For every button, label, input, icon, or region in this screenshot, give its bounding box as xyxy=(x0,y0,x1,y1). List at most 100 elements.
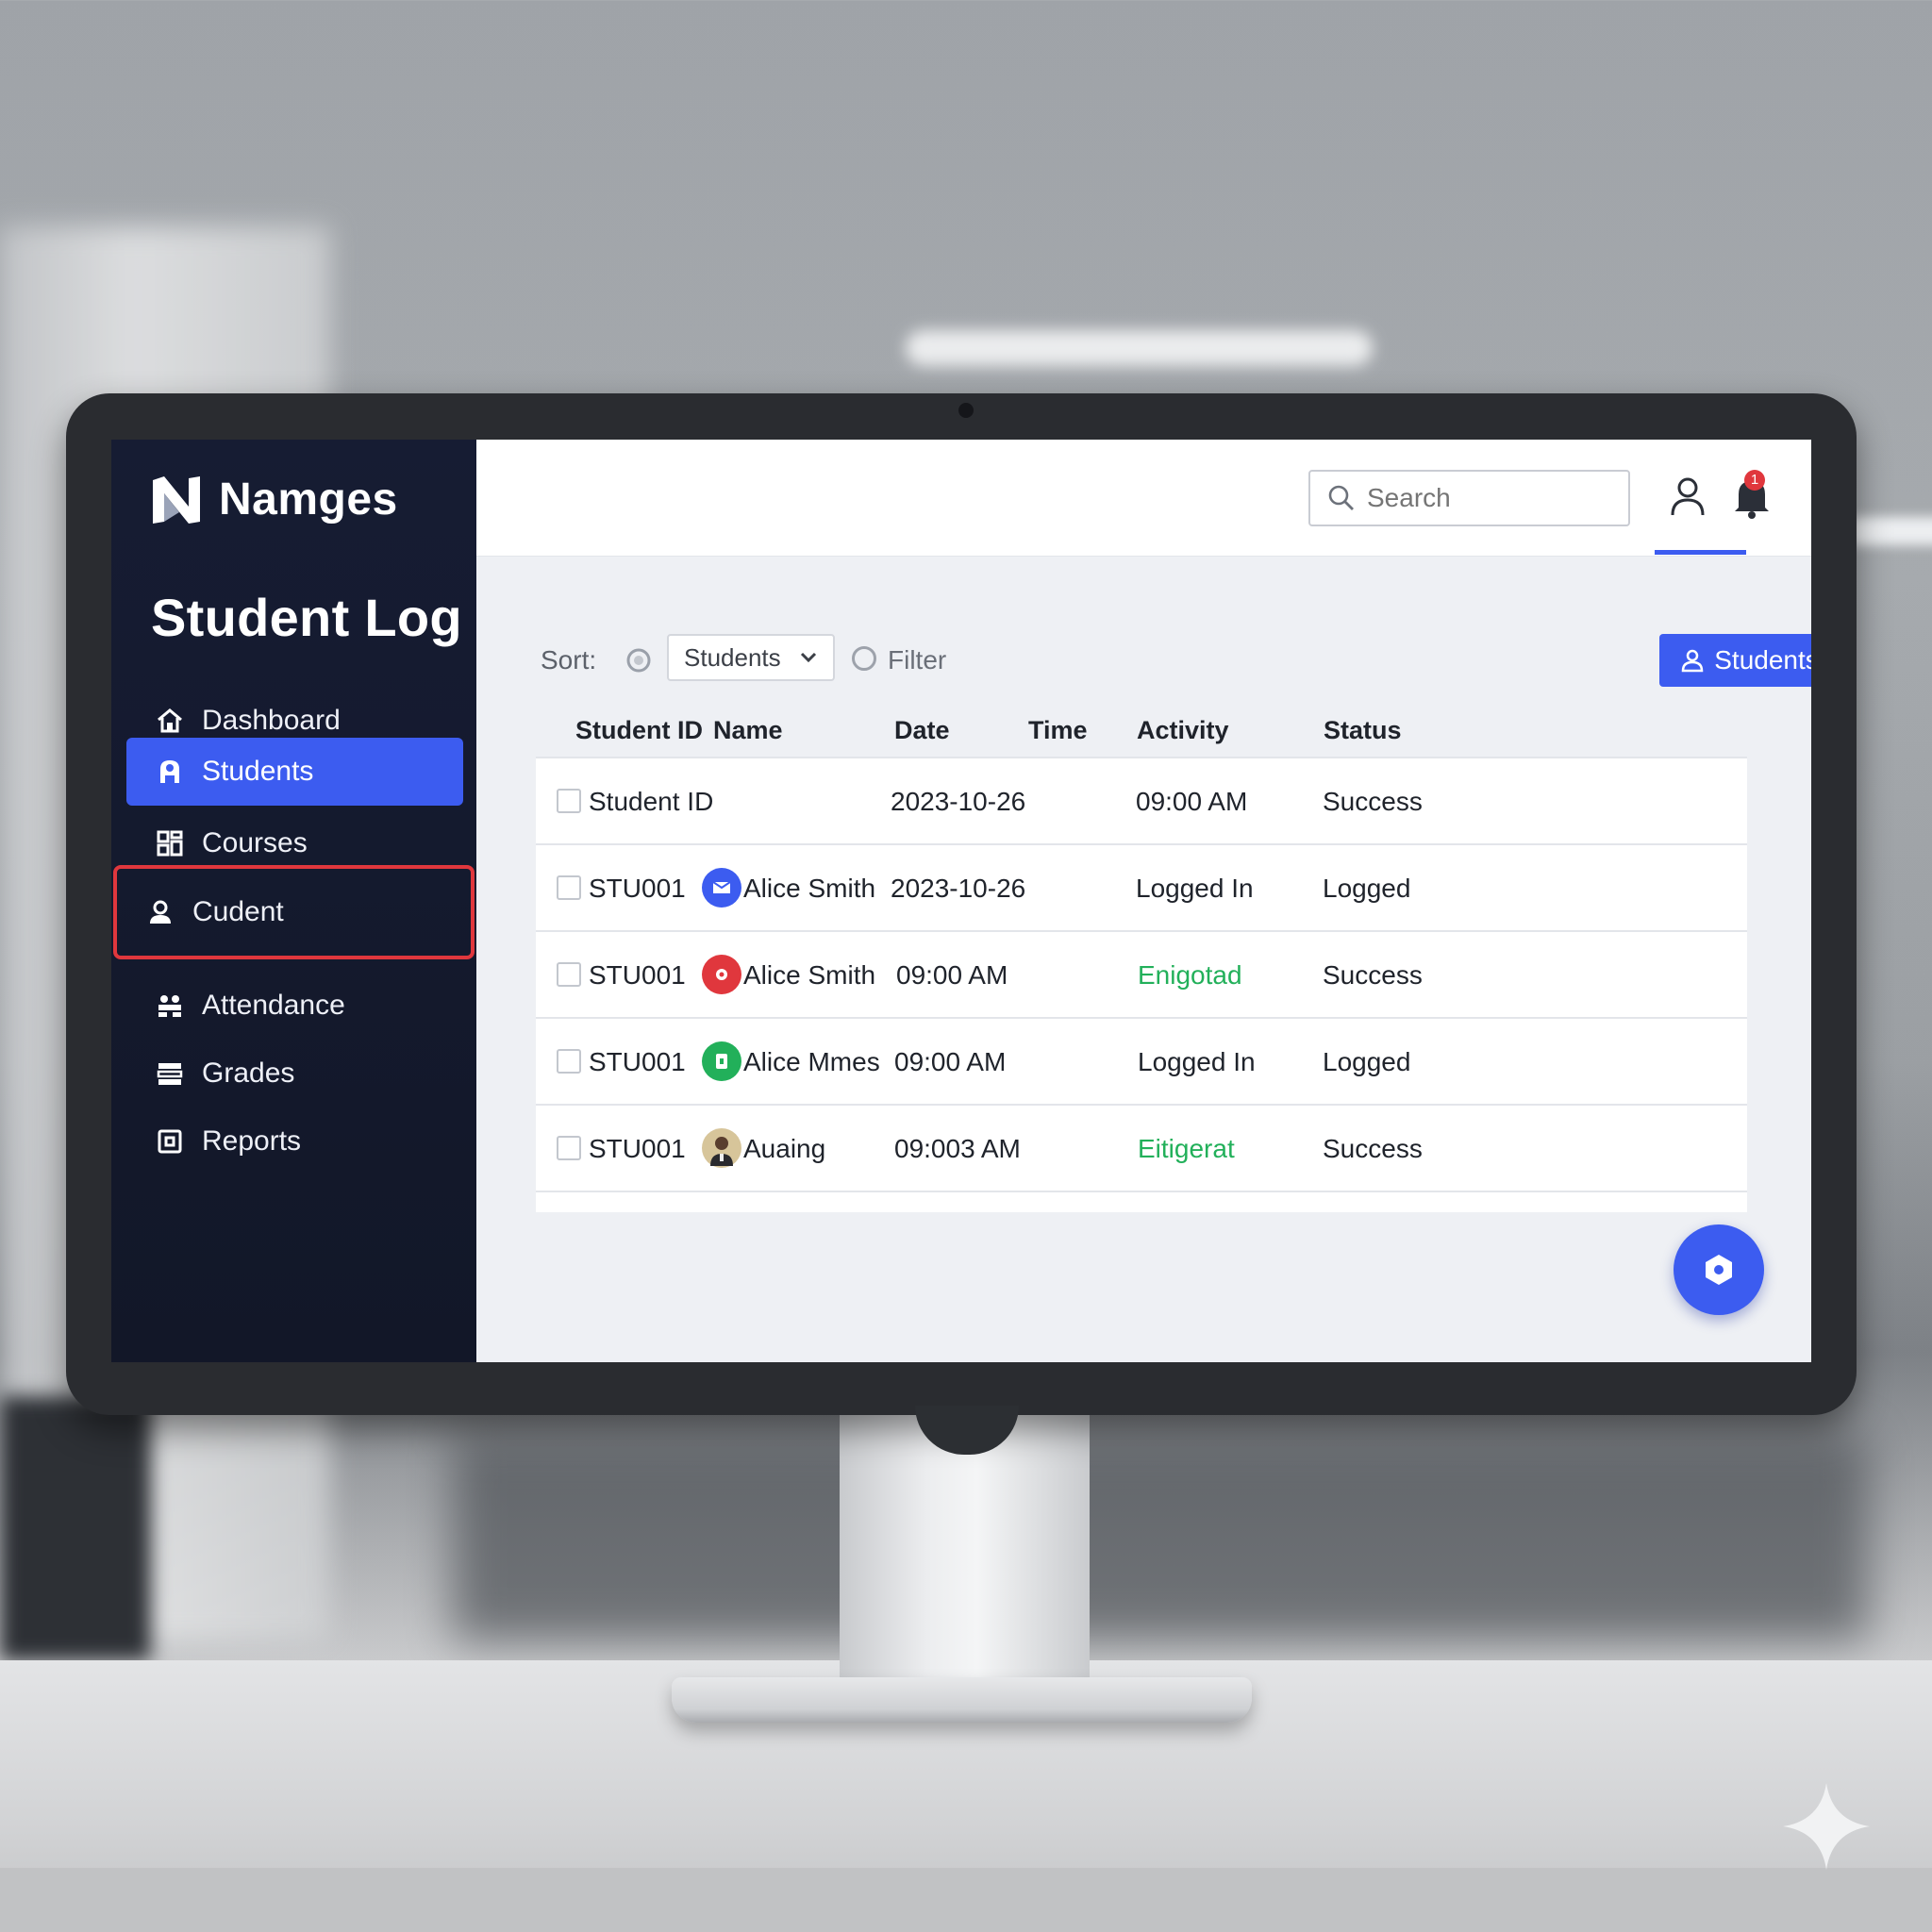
row-checkbox[interactable] xyxy=(557,789,581,813)
sort-label: Sort: xyxy=(541,645,597,675)
cell-name: Alice Mmes xyxy=(743,1047,880,1076)
cell-activity: Logged In xyxy=(1138,1047,1256,1076)
cell-status: Success xyxy=(1323,960,1423,990)
group-icon xyxy=(155,991,185,1021)
cell-student-id: STU001 xyxy=(589,960,686,990)
avatar-icon xyxy=(716,969,727,980)
brand-logo-icon xyxy=(153,475,200,524)
column-header-status[interactable]: Status xyxy=(1324,716,1402,745)
person-icon xyxy=(145,897,175,927)
page-title: Student Log xyxy=(151,588,462,647)
cell-activity: 09:00 AM xyxy=(1136,787,1248,816)
cell-date: 09:00 AM xyxy=(896,960,1008,990)
sidebar-item-grades[interactable]: Grades xyxy=(126,1040,463,1108)
cell-activity: Enigotad xyxy=(1138,960,1242,990)
cell-student-id: STU001 xyxy=(589,1047,686,1076)
sidebar-item-courses[interactable]: Courses xyxy=(126,809,463,877)
students-button-label: Students xyxy=(1714,645,1811,675)
row-checkbox[interactable] xyxy=(557,875,581,900)
home-icon xyxy=(155,706,185,736)
row-checkbox[interactable] xyxy=(557,1049,581,1074)
students-button[interactable]: Students xyxy=(1659,634,1811,687)
brand-name: Namges xyxy=(219,475,398,525)
cell-status: Success xyxy=(1323,1134,1423,1163)
cell-name: Auaing xyxy=(743,1134,826,1163)
sidebar-item-label: Courses xyxy=(202,827,308,858)
user-profile-icon[interactable] xyxy=(1665,474,1710,519)
top-bar: 1 xyxy=(476,440,1811,557)
avatar-photo-icon xyxy=(710,1137,733,1166)
brand[interactable]: Namges xyxy=(151,474,398,525)
table-toolbar: Sort: Students Filter Students xyxy=(541,634,1811,691)
table-row[interactable]: STU001 Alice Smith 09:00 AM Enigotad Suc… xyxy=(536,930,1747,1017)
cell-status: Logged xyxy=(1323,1047,1411,1076)
filter-label[interactable]: Filter xyxy=(888,645,946,675)
row-checkbox[interactable] xyxy=(557,962,581,987)
cell-student-id: STU001 xyxy=(589,1134,686,1163)
background-desks xyxy=(453,1434,1868,1641)
sidebar-item-label: Dashboard xyxy=(202,705,341,736)
avatar-icon xyxy=(712,881,731,893)
cell-status: Success xyxy=(1323,787,1423,816)
sidebar-item-label: Attendance xyxy=(202,990,345,1021)
sort-icon[interactable] xyxy=(625,647,652,674)
sidebar: Namges Student Log Dashboard Students Co… xyxy=(111,440,476,1362)
background-window-light xyxy=(1849,517,1932,545)
column-header-name[interactable]: Name xyxy=(713,716,783,745)
cell-status: Logged xyxy=(1323,874,1411,903)
grid-icon xyxy=(155,828,185,858)
sort-dropdown-value: Students xyxy=(684,642,781,672)
avatar-photo xyxy=(702,1128,741,1168)
filter-radio[interactable] xyxy=(852,646,876,671)
avatar xyxy=(702,868,741,908)
sidebar-item-label: Students xyxy=(202,756,314,787)
sparkle-icon xyxy=(1783,1783,1870,1870)
sidebar-item-students[interactable]: Students xyxy=(126,738,463,806)
report-icon xyxy=(155,1126,185,1157)
avatar-icon xyxy=(716,1054,727,1069)
student-log-table: Student ID 2023-10-26 09:00 AM Success S… xyxy=(536,757,1747,1212)
sidebar-item-attendance[interactable]: Attendance xyxy=(126,972,463,1040)
cell-activity: Logged In xyxy=(1136,874,1254,903)
search-focus-indicator xyxy=(1655,550,1746,555)
avatar xyxy=(702,955,741,994)
monitor-stand-base xyxy=(672,1677,1252,1723)
user-icon xyxy=(155,757,185,787)
cell-student-id: STU001 xyxy=(589,874,686,903)
table-row[interactable]: STU001 Auaing 09:003 AM Eitigerat Succes… xyxy=(536,1104,1747,1191)
chevron-down-icon xyxy=(800,652,817,663)
user-icon xyxy=(1681,649,1704,673)
avatar xyxy=(702,1041,741,1081)
search-box[interactable] xyxy=(1308,470,1630,526)
desk-edge xyxy=(0,1868,1932,1932)
sidebar-item-label: Cudent xyxy=(192,896,284,927)
column-header-student-id[interactable]: Student ID xyxy=(575,716,703,745)
notification-badge: 1 xyxy=(1744,470,1765,491)
sidebar-item-label: Grades xyxy=(202,1058,295,1089)
cell-date: 2023-10-26 xyxy=(891,874,1026,903)
column-header-activity[interactable]: Activity xyxy=(1137,716,1229,745)
cell-date: 09:003 AM xyxy=(894,1134,1021,1163)
table-header: Student ID Name Date Time Activity Statu… xyxy=(536,707,1747,759)
chat-fab-button[interactable] xyxy=(1674,1224,1764,1315)
cell-date: 2023-10-26 xyxy=(891,787,1026,816)
webcam xyxy=(958,403,974,418)
table-row-partial xyxy=(536,1191,1747,1212)
table-row[interactable]: STU001 Alice Smith 2023-10-26 Logged In … xyxy=(536,843,1747,930)
column-header-time[interactable]: Time xyxy=(1028,716,1088,745)
column-header-date[interactable]: Date xyxy=(894,716,950,745)
row-checkbox[interactable] xyxy=(557,1136,581,1160)
table-row[interactable]: Student ID 2023-10-26 09:00 AM Success xyxy=(536,757,1747,843)
background-chair xyxy=(0,1396,151,1660)
cell-date: 09:00 AM xyxy=(894,1047,1007,1076)
sidebar-item-reports[interactable]: Reports xyxy=(126,1108,463,1175)
search-icon xyxy=(1328,485,1354,510)
search-input[interactable] xyxy=(1367,483,1612,513)
stack-icon xyxy=(155,1058,185,1089)
sidebar-item-label: Reports xyxy=(202,1125,302,1157)
sidebar-item-cudent[interactable]: Cudent xyxy=(113,865,475,959)
table-row[interactable]: STU001 Alice Mmes 09:00 AM Logged In Log… xyxy=(536,1017,1747,1104)
sort-dropdown[interactable]: Students xyxy=(667,634,835,681)
cell-activity: Eitigerat xyxy=(1138,1134,1235,1163)
cell-student-id: Student ID xyxy=(589,787,714,816)
